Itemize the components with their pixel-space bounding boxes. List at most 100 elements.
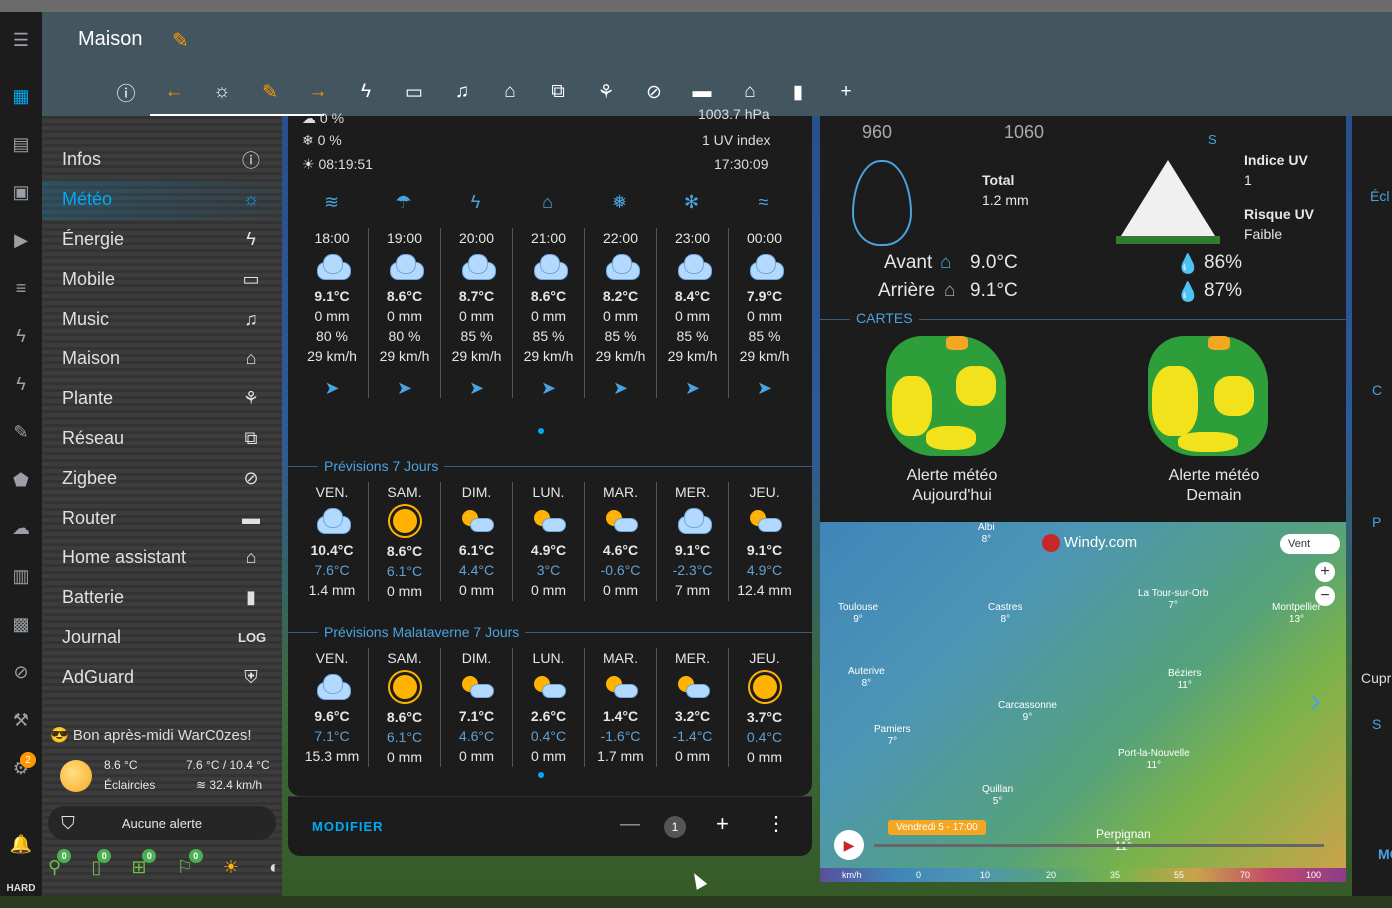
server-icon[interactable]: ▥ — [0, 556, 42, 596]
nav-item-batterie[interactable]: Batterie ▮ — [42, 578, 282, 618]
settings-icon[interactable]: ⚙ 2 — [0, 748, 42, 788]
hour-col: 21:00 8.6°C 0 mm 85 % 29 km/h ➤ — [512, 228, 584, 398]
home-assistant-tab-icon[interactable]: ⌂ — [726, 74, 774, 110]
sunset-time: 17:30:09 — [714, 156, 769, 172]
light-icon[interactable]: ⚐ 0 — [177, 848, 203, 878]
play-button[interactable]: ▶ — [834, 830, 864, 860]
devices-tab-icon[interactable]: ▭ — [390, 74, 438, 110]
motion-icon[interactable]: ⚲ 0 — [48, 848, 72, 878]
timeline-track[interactable] — [874, 844, 1324, 847]
edit-view-icon[interactable]: ✎ — [246, 74, 294, 110]
router-tab-icon[interactable]: ▬ — [678, 74, 726, 110]
door-icon[interactable]: ▯ 0 — [91, 848, 112, 878]
decrease-button[interactable]: — — [620, 813, 640, 836]
navigation-card: Infos ⓘ Météo ☼ Énergie ϟ Mobile ▭ Music ♫ Ma… — [42, 116, 282, 896]
nav-item-reseau[interactable]: Réseau ⧉ — [42, 419, 282, 459]
alert-chip[interactable]: ⛉ Aucune alerte — [48, 806, 276, 840]
wind-layer-button[interactable]: Vent — [1280, 534, 1340, 554]
music-tab-icon[interactable]: ♫ — [438, 74, 486, 110]
city-label: Port-la-Nouvelle 11° — [1118, 748, 1190, 771]
sun-status-icon[interactable]: ☀ — [223, 857, 239, 878]
alert-text: Aucune alerte — [121, 815, 203, 831]
nav-item-plante[interactable]: Plante ⚘ — [42, 379, 282, 419]
zigbee-rail-icon[interactable]: ⊘ — [0, 652, 42, 692]
nav-item-infos[interactable]: Infos ⓘ — [42, 140, 282, 180]
partly-cloudy-icon — [676, 674, 710, 700]
info-icon[interactable]: ⓘ — [102, 74, 150, 110]
nav-item-music[interactable]: Music ♫ — [42, 299, 282, 339]
energy-icon[interactable]: ϟ — [0, 316, 42, 356]
city-label: Quillan 5° — [982, 784, 1014, 807]
move-right-icon[interactable]: → — [294, 74, 342, 110]
hammer-icon[interactable]: ⚒ — [0, 700, 42, 740]
list-icon[interactable]: ≡ — [0, 268, 42, 308]
current-condition: Éclaircies — [104, 778, 156, 792]
bolt-tab-icon[interactable]: ϟ — [342, 74, 390, 110]
city-label: La Tour-sur-Orb 7° — [1138, 588, 1209, 611]
chip-icon[interactable]: ▩ — [0, 604, 42, 644]
nav-item-mobile[interactable]: Mobile ▭ — [42, 259, 282, 299]
increase-button[interactable]: + — [716, 811, 729, 837]
scroll-dot[interactable] — [538, 772, 544, 778]
shield-rail-icon[interactable]: ⬟ — [0, 460, 42, 500]
waves-icon: ≈ — [758, 192, 769, 212]
window-icon[interactable]: ⊞ 0 — [131, 848, 157, 878]
france-alert-map-today[interactable] — [886, 336, 1006, 456]
dashboard-icon[interactable]: ▦ — [0, 76, 42, 116]
cloud-icon[interactable]: ☁ — [0, 508, 42, 548]
wind-speed-scale: km/h 0 10 20 35 55 70 100 — [820, 868, 1346, 882]
thunder-icon: ϟ — [470, 192, 481, 212]
status-icons: ⚲ 0 ▯ 0 ⊞ 0 ⚐ 0 ☀ ◐ — [48, 848, 280, 882]
uv-index-value: 1 — [1244, 172, 1252, 188]
wind-direction-icon: ➤ — [684, 378, 701, 398]
day-col: DIM. 6.1°C 4.4°C 0 mm — [440, 482, 512, 601]
zigbee-tab-icon[interactable]: ⊘ — [630, 74, 678, 110]
precip-prob-1: ☁ 0 % — [302, 110, 345, 126]
wrench-icon[interactable]: ✎ — [0, 412, 42, 452]
day-col: JEU. 3.7°C 0.4°C 0 mm — [728, 648, 800, 767]
wind-direction-icon: ➤ — [540, 378, 557, 398]
partly-cloudy-icon — [604, 674, 638, 700]
move-left-icon[interactable]: ← — [150, 74, 198, 110]
windy-map[interactable]: Windy.com Vent + − Albi 8° Toulouse 9° Cas… — [820, 522, 1346, 868]
nav-item-router[interactable]: Router ▬ — [42, 498, 282, 538]
calendar-icon[interactable]: ▣ — [0, 172, 42, 212]
weather-forecast-card: ☁ 0 % ❄ 0 % ☀ 08:19:51 1003.7 hPa 1 UV i… — [288, 106, 812, 796]
edit-title-icon[interactable]: ✎ — [172, 28, 189, 53]
weather-tab-icon[interactable]: ☼ — [198, 74, 246, 110]
energy2-icon[interactable]: ϟ — [0, 364, 42, 404]
nav-item-meteo[interactable]: Météo ☼ — [42, 179, 282, 220]
nav-item-home-assistant[interactable]: Home assistant ⌂ — [42, 538, 282, 578]
back-label: Arrière — [878, 280, 936, 301]
section-7-days-title: Prévisions 7 Jours — [318, 458, 445, 474]
media-icon[interactable]: ▶ — [0, 220, 42, 260]
cloud-icon — [315, 508, 351, 534]
nav-item-zigbee[interactable]: Zigbee ⊘ — [42, 458, 282, 498]
nav-item-maison[interactable]: Maison ⌂ — [42, 339, 282, 379]
france-alert-map-tomorrow[interactable] — [1148, 336, 1268, 456]
nav-item-energie[interactable]: Énergie ϟ — [42, 220, 282, 260]
home-tab-icon[interactable]: ⌂ — [486, 74, 534, 110]
battery-icon: ▮ — [246, 587, 256, 608]
day-col: MER. 3.2°C -1.4°C 0 mm — [656, 648, 728, 767]
scroll-dot[interactable] — [538, 428, 544, 434]
mini-weather[interactable]: 8.6 °C Éclaircies 7.6 °C / 10.4 °C ≋ 32.… — [56, 756, 282, 796]
moon-icon[interactable]: ◐ — [269, 857, 280, 878]
nav-item-journal[interactable]: Journal LOG — [42, 618, 282, 658]
add-view-icon[interactable]: + — [822, 74, 870, 110]
hacs-icon[interactable]: ▤ — [0, 124, 42, 164]
zoom-in-button[interactable]: + — [1315, 562, 1335, 582]
chevron-right-icon[interactable]: › — [1310, 682, 1321, 719]
bell-icon[interactable]: 🔔 — [0, 824, 42, 864]
nav-item-adguard[interactable]: AdGuard ⛨ — [42, 657, 282, 697]
rain-total-label: Total — [982, 172, 1015, 188]
city-label: Castres 8° — [988, 602, 1023, 625]
battery-tab-icon[interactable]: ▮ — [774, 74, 822, 110]
plant-icon: ⚘ — [242, 388, 260, 409]
daily-forecast: VEN. 10.4°C 7.6°C 1.4 mm SAM. 8.6°C 6.1°C 0 mm… — [296, 482, 800, 601]
modify-button[interactable]: MODIFIER — [312, 819, 384, 834]
more-options-icon[interactable]: ⋮ — [766, 811, 786, 836]
menu-icon[interactable]: ☰ — [0, 20, 42, 60]
plant-tab-icon[interactable]: ⚘ — [582, 74, 630, 110]
network-tab-icon[interactable]: ⧉ — [534, 74, 582, 110]
